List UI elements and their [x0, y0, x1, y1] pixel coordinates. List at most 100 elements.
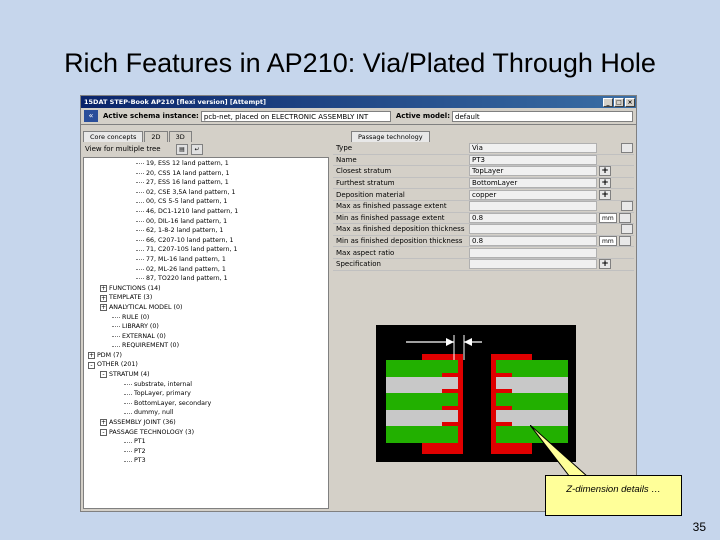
tree-item[interactable]: 77, ML-16 land pattern, 1 — [84, 255, 328, 265]
tree-item[interactable]: 00, DIL-16 land pattern, 1 — [84, 217, 328, 227]
tree-item[interactable]: LIBRARY (0) — [84, 322, 328, 332]
property-value-field[interactable]: TopLayer — [469, 166, 597, 177]
tree-connector — [136, 192, 144, 194]
tree-item[interactable]: 02, CSE 3,5A land pattern, 1 — [84, 188, 328, 198]
spinner-control[interactable] — [621, 201, 633, 212]
expand-plus-icon[interactable]: + — [88, 352, 95, 360]
property-value-field[interactable]: 0.8 — [469, 212, 597, 223]
tree-item[interactable]: RULE (0) — [84, 313, 328, 323]
tree-connector — [124, 451, 132, 453]
tree-item[interactable]: PT2 — [84, 447, 328, 457]
tree-item[interactable]: + TEMPLATE (3) — [84, 293, 328, 303]
spinner-control[interactable] — [621, 224, 633, 235]
tree-item[interactable]: 02, ML-26 land pattern, 1 — [84, 265, 328, 275]
active-model-field[interactable]: default — [452, 110, 633, 122]
property-value-field[interactable] — [469, 247, 597, 258]
tree-item[interactable]: 46, DC1-1210 land pattern, 1 — [84, 207, 328, 217]
window-titlebar[interactable]: 15DAT STEP-Book AP210 [flexi version] [A… — [81, 96, 636, 108]
tab-core-concepts[interactable]: Core concepts — [83, 131, 144, 142]
tree-item[interactable]: 00, CS 5-5 land pattern, 1 — [84, 197, 328, 207]
dimension-arrow-left — [446, 338, 454, 346]
tree-item[interactable]: + PDM (7) — [84, 351, 328, 361]
maximize-button[interactable]: □ — [614, 97, 624, 107]
property-value-field[interactable]: PT3 — [469, 154, 597, 165]
collapse-minus-icon[interactable]: - — [100, 428, 107, 436]
tree-item[interactable]: - PASSAGE TECHNOLOGY (3) — [84, 428, 328, 438]
property-row: Min as finished deposition thickness 0.8 m… — [333, 236, 634, 248]
active-model-label: Active model: — [395, 112, 450, 120]
property-label: Specification — [336, 260, 381, 269]
tree-item[interactable]: dummy, null — [84, 408, 328, 418]
add-plus-icon[interactable]: + — [599, 178, 611, 189]
tree-item[interactable]: TopLayer, primary — [84, 389, 328, 399]
tree-item[interactable]: 87, TO220 land pattern, 1 — [84, 274, 328, 284]
nav-back-icon[interactable]: « — [84, 110, 98, 122]
property-value-field[interactable] — [469, 201, 597, 212]
property-label: Max aspect ratio — [336, 248, 395, 257]
copper-plane-right-1 — [494, 373, 512, 377]
tab-2d[interactable]: 2D — [144, 131, 168, 142]
tree-item[interactable]: EXTERNAL (0) — [84, 332, 328, 342]
copper-plane-left-1 — [442, 373, 460, 377]
tree-item[interactable]: 27, ESS 16 land pattern, 1 — [84, 178, 328, 188]
property-value-field[interactable] — [469, 259, 597, 270]
tree-item-label: PASSAGE TECHNOLOGY (3) — [109, 428, 195, 436]
tab-3d[interactable]: 3D — [168, 131, 192, 142]
schema-instance-label: Active schema instance: — [103, 112, 199, 120]
spinner-control[interactable] — [621, 143, 633, 154]
spinner-control[interactable] — [619, 212, 631, 223]
add-plus-icon[interactable]: + — [599, 166, 611, 177]
tree-item-label: 77, ML-16 land pattern, 1 — [146, 255, 226, 263]
tree-item-label: FUNCTIONS (14) — [109, 284, 161, 292]
property-value-field[interactable]: 0.8 — [469, 236, 597, 247]
tree-item[interactable]: 20, CSS 1A land pattern, 1 — [84, 169, 328, 179]
property-label: Closest stratum — [336, 167, 392, 176]
tree-connector — [136, 240, 144, 242]
copper-plane-right-4 — [494, 422, 512, 426]
tree-item[interactable]: BottomLayer, secondary — [84, 399, 328, 409]
tree-view-icon[interactable]: ▤ — [176, 143, 188, 155]
tree-item[interactable]: - STRATUM (4) — [84, 370, 328, 380]
property-row: Max aspect ratio — [333, 247, 634, 259]
tree-refresh-icon[interactable]: ↵ — [191, 143, 203, 155]
copper-plane-left-3 — [442, 406, 460, 410]
schema-instance-field[interactable]: pcb-net, placed on ELECTRONIC ASSEMBLY I… — [200, 110, 391, 122]
close-button[interactable]: × — [625, 97, 635, 107]
expand-plus-icon[interactable]: + — [100, 304, 107, 312]
tree-connector — [136, 278, 144, 280]
tree-connector — [112, 345, 120, 347]
tree-item[interactable]: substrate, internal — [84, 380, 328, 390]
add-plus-icon[interactable]: + — [599, 189, 611, 200]
expand-plus-icon[interactable]: + — [100, 419, 107, 427]
add-plus-icon[interactable]: + — [599, 259, 611, 270]
tree-item[interactable]: REQUIREMENT (0) — [84, 341, 328, 351]
collapse-minus-icon[interactable]: - — [88, 361, 95, 369]
concept-tree[interactable]: 19, ESS 12 land pattern, 1 20, CSS 1A lan… — [83, 157, 329, 509]
spinner-control[interactable] — [619, 236, 631, 247]
tree-item[interactable]: + ANALYTICAL MODEL (0) — [84, 303, 328, 313]
property-value-field[interactable]: Via — [469, 143, 597, 154]
property-value-field[interactable] — [469, 224, 597, 235]
tree-item[interactable]: + FUNCTIONS (14) — [84, 284, 328, 294]
tree-item[interactable]: 71, C207-10S land pattern, 1 — [84, 245, 328, 255]
tree-item[interactable]: + ASSEMBLY JOINT (36) — [84, 418, 328, 428]
tree-item[interactable]: - OTHER (201) — [84, 360, 328, 370]
tree-item[interactable]: 66, C207-10 land pattern, 1 — [84, 236, 328, 246]
property-value-field[interactable]: copper — [469, 189, 597, 200]
copper-plane-left-4 — [442, 422, 460, 426]
tree-item[interactable]: 62, 1-8-2 land pattern, 1 — [84, 226, 328, 236]
tree-item-label: 00, CS 5-5 land pattern, 1 — [146, 198, 228, 206]
tree-item-label: substrate, internal — [134, 380, 192, 388]
tree-item[interactable]: 19, ESS 12 land pattern, 1 — [84, 159, 328, 169]
expand-plus-icon[interactable]: + — [100, 285, 107, 293]
collapse-minus-icon[interactable]: - — [100, 371, 107, 379]
expand-plus-icon[interactable]: + — [100, 294, 107, 302]
tree-item-label: 20, CSS 1A land pattern, 1 — [146, 169, 230, 177]
tab-passage-technology[interactable]: Passage technology — [351, 131, 430, 142]
unit-select[interactable]: mm — [599, 212, 617, 223]
property-value-field[interactable]: BottomLayer — [469, 178, 597, 189]
unit-select[interactable]: mm — [599, 236, 617, 247]
tree-item[interactable]: PT3 — [84, 456, 328, 466]
tree-item[interactable]: PT1 — [84, 437, 328, 447]
minimize-button[interactable]: _ — [603, 97, 613, 107]
